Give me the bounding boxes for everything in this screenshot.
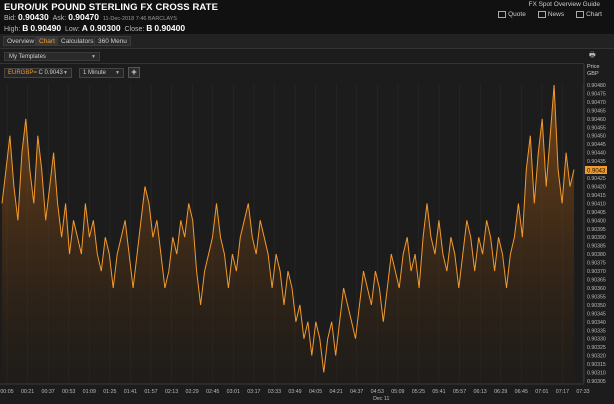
time-tick-label: 06:13 xyxy=(474,389,487,395)
time-tick-label: 04:53 xyxy=(371,389,384,395)
time-tick-label: 03:01 xyxy=(227,389,240,395)
price-tick-label: 0.90440 xyxy=(587,151,606,157)
time-tick-label: 01:57 xyxy=(144,389,157,395)
price-tick-label: 0.90320 xyxy=(587,354,606,360)
price-tick-label: 0.90460 xyxy=(587,117,606,123)
price-tick-label: 0.90305 xyxy=(587,379,606,385)
current-price-label: 0.9043 xyxy=(587,168,606,174)
time-tick-label: 05:41 xyxy=(432,389,445,395)
price-tick-label: 0.90360 xyxy=(587,286,606,292)
time-tick-label: 00:21 xyxy=(21,389,34,395)
price-tick-label: 0.90390 xyxy=(587,235,606,241)
time-tick-label: 07:17 xyxy=(556,389,569,395)
price-tick-label: 0.90480 xyxy=(587,83,606,89)
time-tick-label: 02:45 xyxy=(206,389,219,395)
price-tick-label: 0.90435 xyxy=(587,159,606,165)
time-tick-label: 05:25 xyxy=(412,389,425,395)
time-tick-label: 04:05 xyxy=(309,389,322,395)
price-tick-label: 0.90315 xyxy=(587,362,606,368)
price-tick-label: 0.90450 xyxy=(587,134,606,140)
price-tick-label: 0.90365 xyxy=(587,278,606,284)
time-tick-label: 01:41 xyxy=(124,389,137,395)
time-tick-label: 03:49 xyxy=(288,389,301,395)
time-tick-label: 06:29 xyxy=(494,389,507,395)
price-tick-label: 0.90420 xyxy=(587,184,606,190)
price-tick-label: 0.90370 xyxy=(587,269,606,275)
date-label: Dec 11 xyxy=(373,396,389,402)
price-tick-label: 0.90470 xyxy=(587,100,606,106)
time-tick-label: 01:09 xyxy=(83,389,96,395)
time-tick-label: 06:45 xyxy=(515,389,528,395)
price-tick-label: 0.90335 xyxy=(587,328,606,334)
price-tick-label: 0.90445 xyxy=(587,142,606,148)
time-tick-label: 00:53 xyxy=(62,389,75,395)
price-tick-label: 0.90415 xyxy=(587,193,606,199)
price-tick-label: 0.90405 xyxy=(587,210,606,216)
price-tick-label: 0.90385 xyxy=(587,244,606,250)
price-tick-label: 0.90400 xyxy=(587,218,606,224)
time-tick-label: 04:21 xyxy=(330,389,343,395)
time-tick-label: 01:25 xyxy=(103,389,116,395)
price-tick-label: 0.90425 xyxy=(587,176,606,182)
price-area xyxy=(2,85,574,383)
time-tick-label: 02:13 xyxy=(165,389,178,395)
time-tick-label: 05:57 xyxy=(453,389,466,395)
price-tick-label: 0.90340 xyxy=(587,320,606,326)
time-tick-label: 05:09 xyxy=(391,389,404,395)
price-tick-label: 0.90325 xyxy=(587,345,606,351)
time-tick-label: 04:37 xyxy=(350,389,363,395)
price-chart[interactable]: 0.90480 0.90475 0.90470 0.90465 0.90460 0.904… xyxy=(0,0,614,404)
price-tick-label: 0.90465 xyxy=(587,108,606,114)
time-tick-label: 03:33 xyxy=(268,389,281,395)
price-tick-label: 0.90475 xyxy=(587,91,606,97)
time-tick-label: 00:37 xyxy=(42,389,55,395)
price-tick-label: 0.90410 xyxy=(587,201,606,207)
price-tick-label: 0.90350 xyxy=(587,303,606,309)
price-tick-label: 0.90375 xyxy=(587,261,606,267)
time-tick-label: 07:01 xyxy=(535,389,548,395)
time-tick-label: 02:29 xyxy=(186,389,199,395)
price-tick-label: 0.90310 xyxy=(587,371,606,377)
price-tick-label: 0.90355 xyxy=(587,294,606,300)
price-tick-label: 0.90345 xyxy=(587,311,606,317)
time-tick-label: 03:17 xyxy=(247,389,260,395)
price-tick-label: 0.90455 xyxy=(587,125,606,131)
price-tick-label: 0.90395 xyxy=(587,227,606,233)
time-tick-label: 00:05 xyxy=(0,389,13,395)
price-tick-label: 0.90380 xyxy=(587,252,606,258)
price-tick-label: 0.90330 xyxy=(587,337,606,343)
time-tick-label: 07:33 xyxy=(576,389,589,395)
